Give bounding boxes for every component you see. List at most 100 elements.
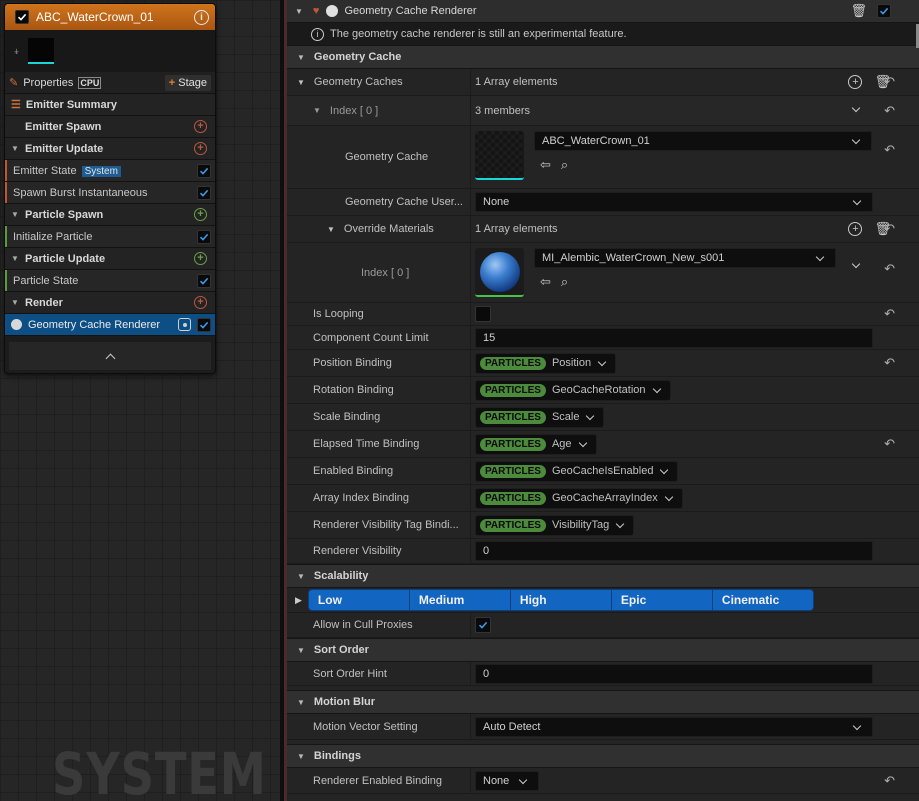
- details-panel[interactable]: ▼ ♥ Geometry Cache Renderer 🗑 i The geom…: [287, 0, 919, 801]
- use-selected-icon[interactable]: ⇦: [540, 274, 551, 290]
- add-module-icon[interactable]: +: [194, 252, 207, 265]
- material-picker[interactable]: MI_Alembic_WaterCrown_New_s001: [534, 248, 836, 268]
- module-enabled-checkbox[interactable]: [197, 163, 211, 178]
- emitter-state-row[interactable]: Emitter State System: [5, 160, 215, 182]
- particle-update-row[interactable]: ▼ Particle Update +: [5, 248, 215, 270]
- is-looping-row: Is Looping ↶: [287, 303, 919, 326]
- particle-state-row[interactable]: Particle State: [5, 270, 215, 292]
- collapse-caret-icon[interactable]: ▼: [11, 298, 21, 307]
- chevron-up-icon: [105, 353, 115, 363]
- lock-icon[interactable]: ⍖: [13, 44, 20, 59]
- particles-tag: PARTICLES: [480, 383, 546, 397]
- initialize-particle-row[interactable]: Initialize Particle: [5, 226, 215, 248]
- add-module-icon[interactable]: +: [194, 120, 207, 133]
- reset-arrow-icon[interactable]: ↶: [884, 74, 895, 90]
- section-motion-blur[interactable]: ▼ Motion Blur: [287, 690, 919, 714]
- binding-select[interactable]: PARTICLES Position: [475, 352, 617, 374]
- binding-label: Enabled Binding: [287, 458, 471, 484]
- emitter-node-header[interactable]: ABC_WaterCrown_01 i: [5, 4, 215, 30]
- scalability-high-button[interactable]: High: [510, 590, 612, 610]
- renderer-sphere-icon: [11, 319, 22, 330]
- render-row[interactable]: ▼ Render +: [5, 292, 215, 314]
- sort-order-hint-input[interactable]: 0: [475, 663, 873, 684]
- reset-arrow-icon[interactable]: ↶: [884, 221, 895, 237]
- component-count-input[interactable]: 15: [475, 327, 873, 348]
- browse-icon[interactable]: ⌕: [561, 157, 568, 173]
- reset-arrow-icon[interactable]: ↶: [884, 355, 895, 371]
- binding-label: Elapsed Time Binding: [287, 431, 471, 457]
- details-header[interactable]: ▼ ♥ Geometry Cache Renderer 🗑: [287, 0, 919, 23]
- binding-select[interactable]: PARTICLES Age: [475, 433, 597, 455]
- emitter-node[interactable]: ABC_WaterCrown_01 i ⍖ ✎ Properties CPU +…: [4, 3, 216, 374]
- geometry-cache-user-select[interactable]: None: [475, 192, 873, 212]
- spawn-burst-row[interactable]: Spawn Burst Instantaneous: [5, 182, 215, 204]
- system-graph[interactable]: SYSTEM ABC_WaterCrown_01 i ⍖ ✎ Propertie…: [0, 0, 280, 801]
- emitter-title: ABC_WaterCrown_01: [36, 10, 154, 24]
- add-element-icon[interactable]: +: [848, 75, 863, 89]
- emitter-spawn-row[interactable]: Emitter Spawn +: [5, 116, 215, 138]
- motion-vector-select[interactable]: Auto Detect: [475, 716, 873, 737]
- reset-arrow-icon[interactable]: ↶: [884, 261, 895, 277]
- add-module-icon[interactable]: +: [194, 142, 207, 155]
- reset-arrow-icon[interactable]: ↶: [884, 103, 895, 119]
- emitter-thumbnail[interactable]: [28, 38, 55, 64]
- binding-value: Scale: [551, 411, 580, 423]
- use-selected-icon[interactable]: ⇦: [540, 157, 551, 173]
- section-bindings[interactable]: ▼ Bindings: [287, 744, 919, 768]
- add-stage-button[interactable]: + Stage: [164, 74, 211, 91]
- trash-icon[interactable]: 🗑: [850, 3, 867, 19]
- info-icon: i: [311, 27, 324, 41]
- collapse-caret-icon[interactable]: ▼: [11, 144, 21, 153]
- emitter-summary-row[interactable]: ☰ Emitter Summary: [5, 94, 215, 116]
- renderer-enabled-checkbox[interactable]: [197, 317, 211, 332]
- binding-label: Scale Binding: [287, 404, 471, 430]
- allow-cull-checkbox[interactable]: [475, 617, 491, 633]
- binding-select[interactable]: PARTICLES VisibilityTag: [475, 514, 635, 536]
- particle-spawn-row[interactable]: ▼ Particle Spawn +: [5, 204, 215, 226]
- section-geometry-cache[interactable]: ▼ Geometry Cache: [287, 45, 919, 69]
- reset-arrow-icon[interactable]: ↶: [884, 142, 895, 158]
- scalability-epic-button[interactable]: Epic: [611, 590, 713, 610]
- binding-select[interactable]: PARTICLES GeoCacheRotation: [475, 379, 671, 401]
- module-enabled-checkbox[interactable]: [197, 185, 211, 200]
- collapse-caret-icon[interactable]: ▼: [11, 210, 21, 219]
- scalability-low-button[interactable]: Low: [308, 590, 410, 610]
- chevron-down-icon[interactable]: [851, 103, 861, 113]
- reset-arrow-icon[interactable]: ↶: [884, 773, 895, 789]
- section-scalability[interactable]: ▼ Scalability: [287, 564, 919, 588]
- emitter-properties-row[interactable]: ✎ Properties CPU + Stage: [5, 72, 215, 94]
- expand-caret-icon[interactable]: ▶: [295, 595, 302, 606]
- binding-select[interactable]: PARTICLES GeoCacheIsEnabled: [475, 460, 679, 482]
- geometry-cache-picker[interactable]: ABC_WaterCrown_01: [534, 131, 872, 151]
- module-enabled-checkbox[interactable]: [197, 273, 211, 288]
- add-element-icon[interactable]: +: [848, 222, 863, 236]
- chevron-down-icon[interactable]: [851, 259, 861, 269]
- emitter-enabled-checkbox[interactable]: [15, 10, 29, 24]
- module-enabled-checkbox[interactable]: [197, 229, 211, 244]
- renderer-enabled-checkbox[interactable]: [877, 4, 891, 18]
- scalability-medium-button[interactable]: Medium: [409, 590, 511, 610]
- geometry-cache-thumbnail[interactable]: [475, 131, 524, 180]
- pencil-icon: ✎: [9, 77, 19, 89]
- scalability-cinematic-button[interactable]: Cinematic: [712, 590, 813, 610]
- renderer-enabled-binding-select[interactable]: None: [475, 770, 539, 791]
- add-module-icon[interactable]: +: [194, 208, 207, 221]
- binding-select[interactable]: PARTICLES Scale: [475, 406, 605, 428]
- browse-icon[interactable]: ⌕: [561, 274, 568, 290]
- reset-arrow-icon[interactable]: ↶: [884, 436, 895, 452]
- material-thumbnail[interactable]: [475, 248, 524, 297]
- is-looping-checkbox[interactable]: [475, 306, 491, 322]
- geometry-cache-renderer-row[interactable]: Geometry Cache Renderer: [5, 314, 215, 336]
- collapse-node-button[interactable]: [9, 342, 211, 370]
- add-renderer-icon[interactable]: +: [194, 296, 207, 309]
- collapse-caret-icon[interactable]: ▼: [11, 254, 21, 263]
- info-icon[interactable]: i: [194, 9, 209, 25]
- geometry-cache-user-row: Geometry Cache User... None: [287, 189, 919, 216]
- emitter-update-row[interactable]: ▼ Emitter Update +: [5, 138, 215, 160]
- binding-select[interactable]: PARTICLES GeoCacheArrayIndex: [475, 487, 683, 509]
- collapse-caret-icon[interactable]: ▼: [295, 7, 303, 16]
- renderer-visibility-input[interactable]: 0: [475, 541, 873, 561]
- reset-arrow-icon[interactable]: ↶: [884, 306, 895, 322]
- properties-label[interactable]: Properties: [23, 77, 73, 89]
- section-sort-order[interactable]: ▼ Sort Order: [287, 638, 919, 662]
